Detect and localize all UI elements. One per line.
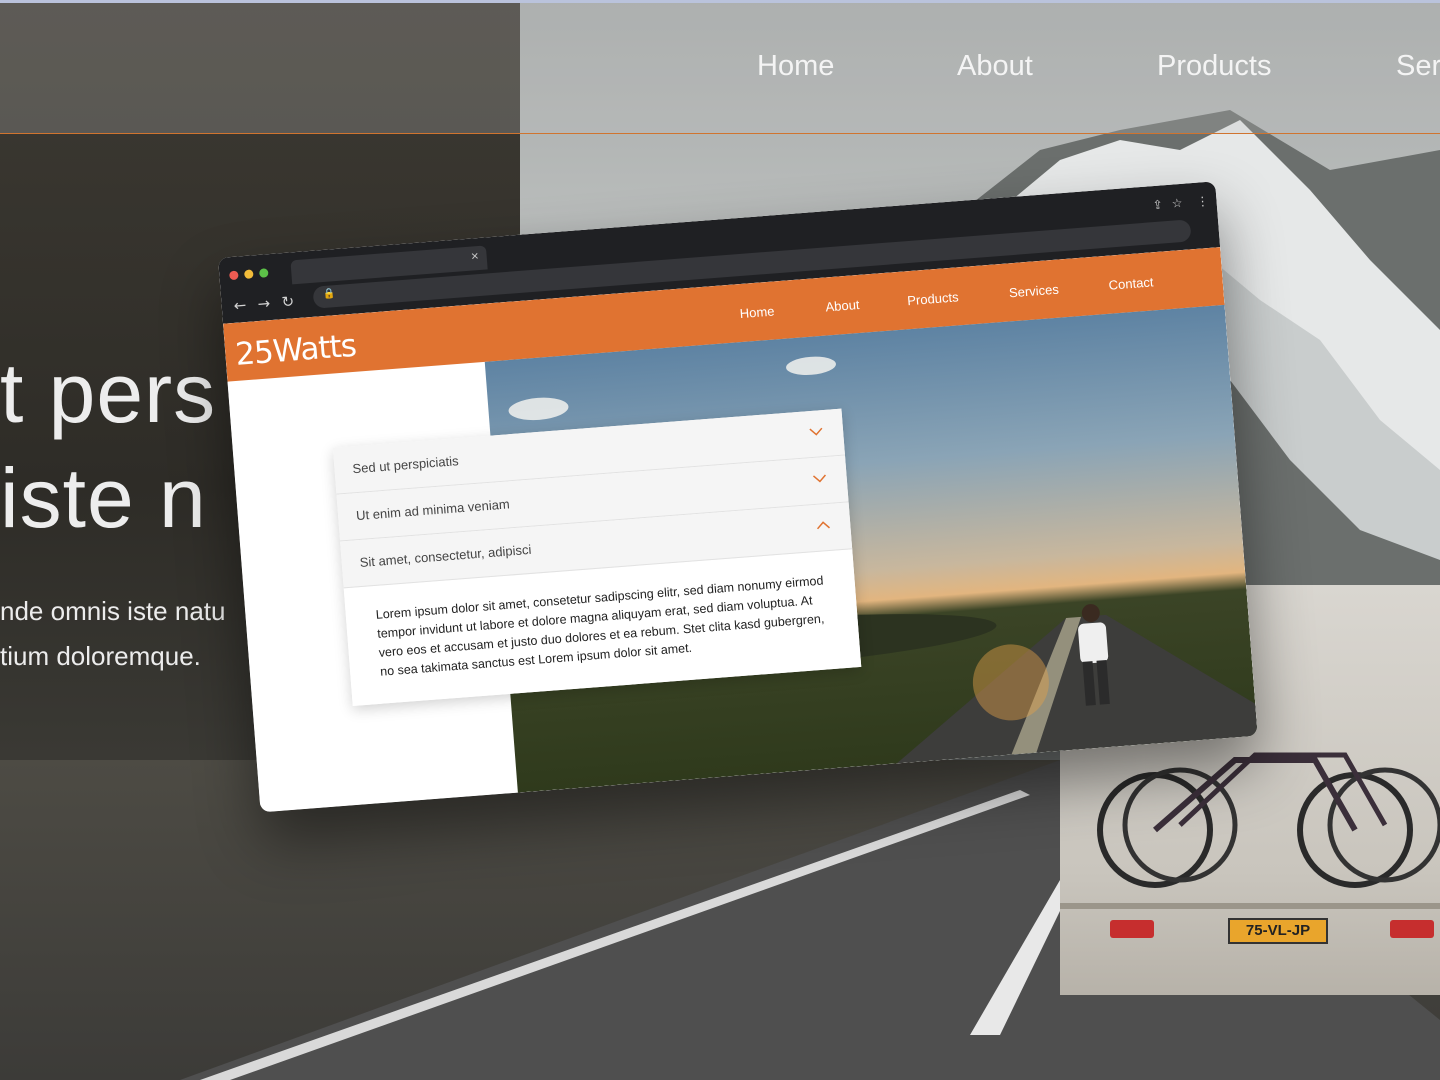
chevron-down-icon [809,427,823,436]
tab-close-icon[interactable]: × [470,248,479,264]
camper-taillight [1110,920,1154,938]
bg-nav-services[interactable]: Ser [1396,50,1440,83]
share-icon[interactable]: ⇪ [1152,197,1163,212]
reload-icon[interactable]: ↻ [281,292,295,311]
bg-nav-about[interactable]: About [957,50,1033,83]
maximize-window-icon[interactable] [258,268,269,278]
browser-window: × ⇪ ☆ ⋮ ← → ↻ 🔒 25Watts Home About Produ… [218,181,1258,813]
bg-hero-paragraph-line: tium doloremque. [0,641,201,671]
bg-nav-home[interactable]: Home [757,50,834,83]
minimize-window-icon[interactable] [244,269,254,280]
bg-hero-paragraph-line: nde omnis iste natu [0,596,226,626]
runner [1078,604,1110,706]
bg-hero-heading-line: iste n [0,451,207,545]
back-icon[interactable]: ← [233,296,247,315]
accordion: Sed ut perspiciatis Ut enim ad minima ve… [332,408,862,706]
lock-icon: 🔒 [322,288,336,301]
camper-taillight [1390,920,1434,938]
nav-about[interactable]: About [825,297,860,315]
nav-products[interactable]: Products [907,289,959,308]
bg-hero-heading-line: t pers [0,346,217,440]
bg-nav-products[interactable]: Products [1157,50,1271,83]
site-logo[interactable]: 25Watts [234,328,357,373]
forward-icon[interactable]: → [257,294,271,313]
nav-home[interactable]: Home [739,303,775,321]
chevron-down-icon [812,474,827,483]
menu-kebab-icon[interactable]: ⋮ [1196,194,1209,209]
site-page: 25Watts Home About Products Services Con… [223,247,1258,813]
accordion-title: Ut enim ad minima veniam [355,496,511,524]
nav-services[interactable]: Services [1008,282,1059,301]
chevron-up-icon [816,521,830,530]
accordion-title: Sit amet, consectetur, adipisci [359,541,532,570]
license-plate: 75-VL-JP [1228,918,1328,944]
nav-contact[interactable]: Contact [1108,274,1154,292]
close-window-icon[interactable] [229,270,239,281]
accordion-title: Sed ut perspiciatis [351,453,460,477]
bookmark-star-icon[interactable]: ☆ [1171,196,1183,211]
